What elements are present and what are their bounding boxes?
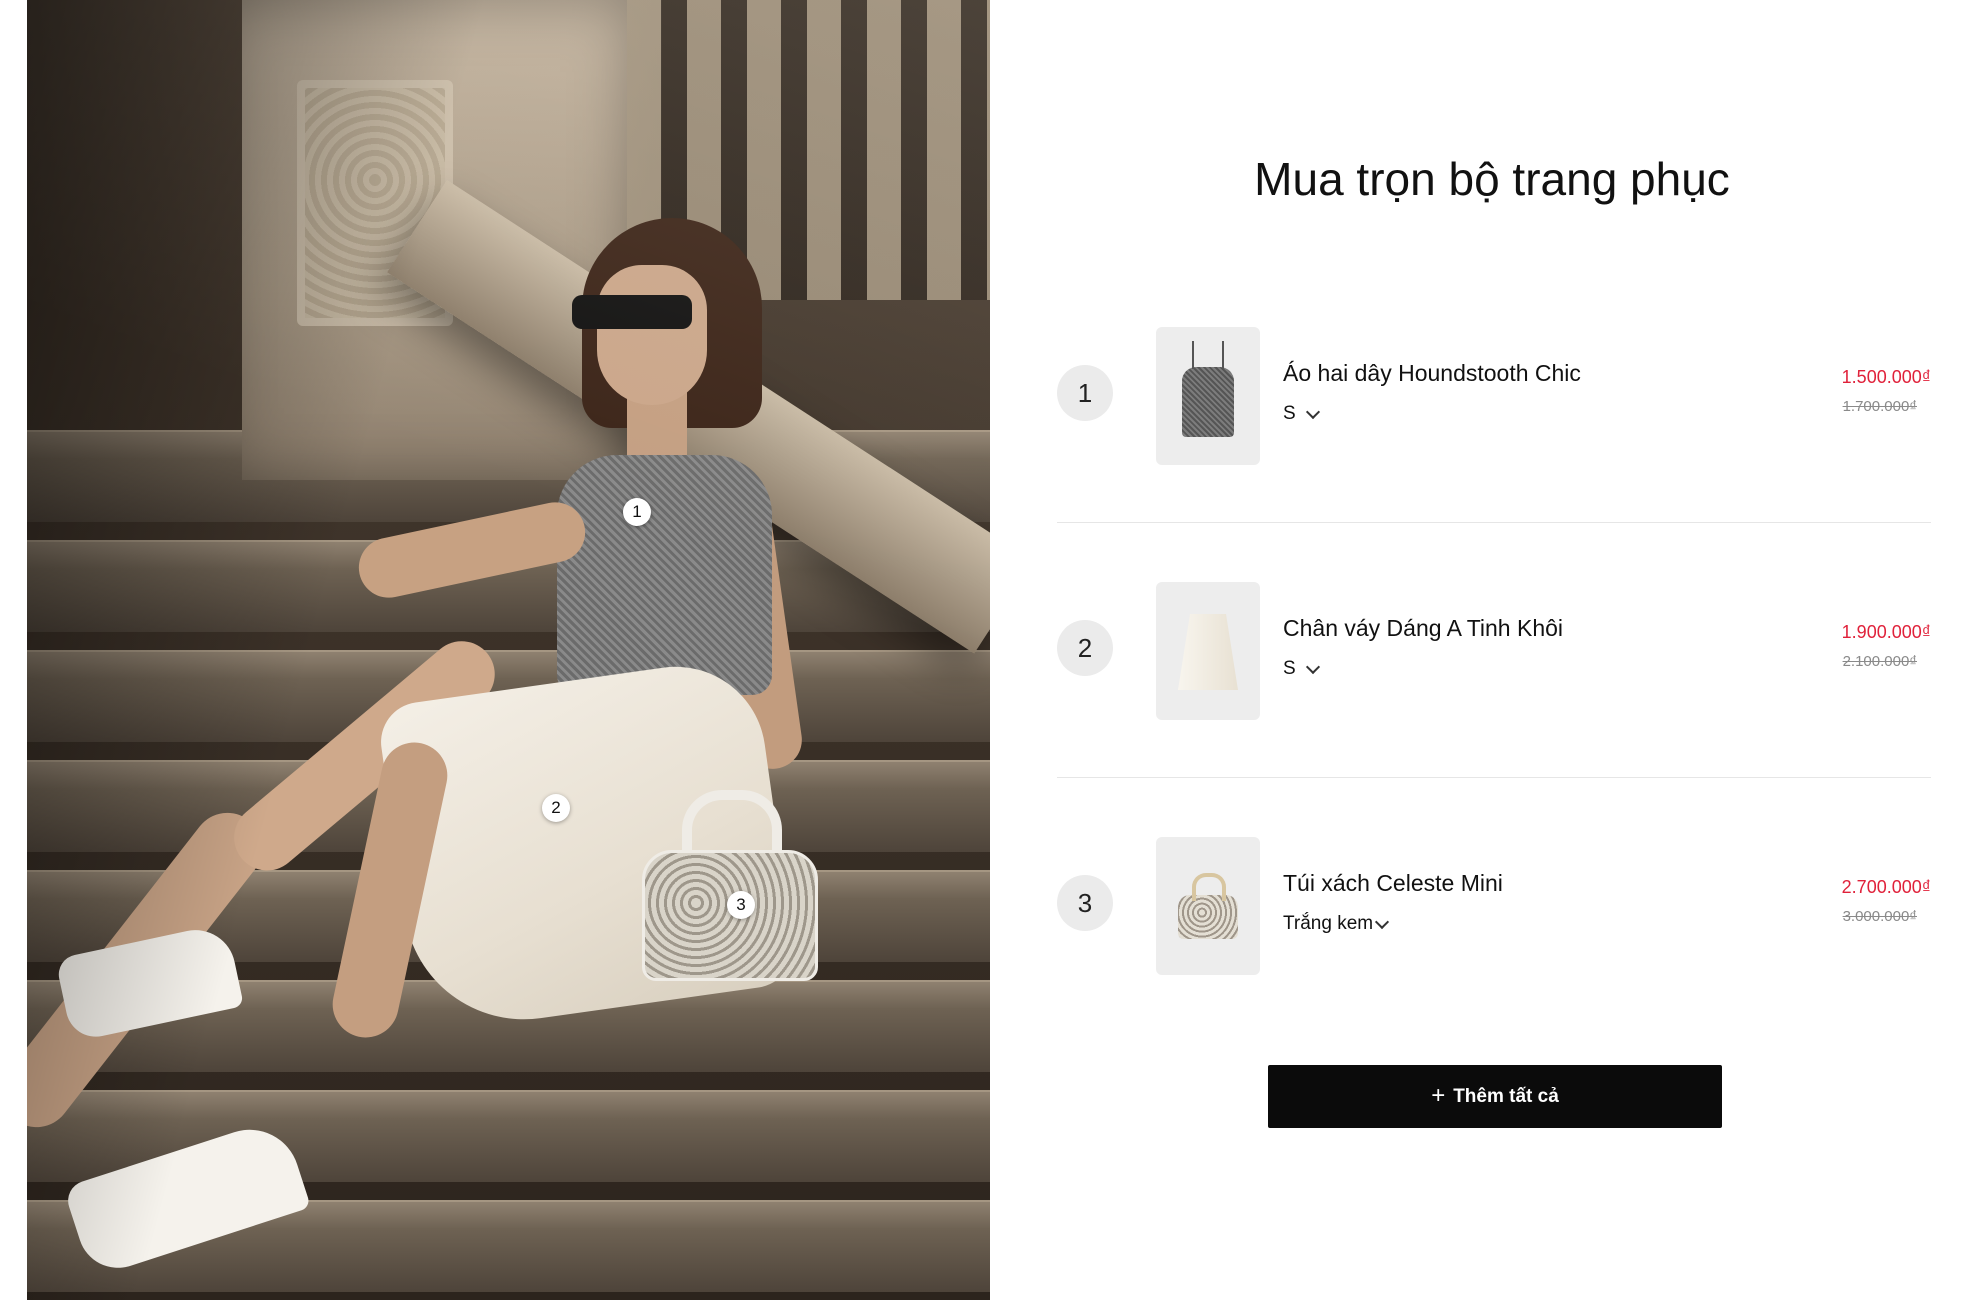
photo-lighting (27, 0, 990, 1300)
size-value: S (1283, 403, 1296, 424)
color-value: Trắng kem (1283, 913, 1374, 934)
handbag-image (1178, 873, 1238, 939)
sale-price: 1.900.000₫ (1841, 622, 1931, 642)
plus-icon: + (1431, 1081, 1446, 1109)
page-title: Mua trọn bộ trang phục (1254, 153, 1730, 205)
outfit-item: 3 Túi xách Celeste Mini Trắng kem 2.700.… (1057, 835, 1931, 975)
item-number-badge: 1 (1057, 365, 1113, 421)
item-number-badge: 2 (1057, 620, 1113, 676)
hotspot-3[interactable]: 3 (727, 891, 755, 919)
outfit-hero-photo: 1 2 3 (27, 0, 990, 1300)
product-thumbnail[interactable] (1156, 837, 1260, 975)
product-name[interactable]: Áo hai dây Houndstooth Chic (1283, 360, 1581, 387)
camisole-top-image (1182, 341, 1234, 437)
product-thumbnail[interactable] (1156, 327, 1260, 465)
sale-price: 1.500.000₫ (1841, 367, 1931, 387)
outfit-item: 1 Áo hai dây Houndstooth Chic S 1.500.00… (1057, 325, 1931, 465)
divider (1057, 777, 1931, 778)
add-all-label: Thêm tất cả (1453, 1085, 1559, 1107)
chevron-down-icon (1375, 914, 1390, 929)
divider (1057, 522, 1931, 523)
sale-price: 2.700.000₫ (1841, 877, 1931, 897)
chevron-down-icon (1305, 404, 1320, 419)
size-select[interactable]: S (1283, 658, 1320, 680)
original-price: 2.100.000₫ (1842, 653, 1917, 670)
size-value: S (1283, 658, 1296, 679)
hotspot-1[interactable]: 1 (623, 498, 651, 526)
product-name[interactable]: Chân váy Dáng A Tinh Khôi (1283, 615, 1563, 642)
color-select[interactable]: Trắng kem (1283, 913, 1390, 935)
item-number-badge: 3 (1057, 875, 1113, 931)
outfit-item: 2 Chân váy Dáng A Tinh Khôi S 1.900.000₫… (1057, 580, 1931, 720)
a-line-skirt-image (1178, 614, 1238, 690)
chevron-down-icon (1305, 659, 1320, 674)
product-thumbnail[interactable] (1156, 582, 1260, 720)
add-all-button[interactable]: + Thêm tất cả (1268, 1065, 1722, 1128)
size-select[interactable]: S (1283, 403, 1320, 425)
original-price: 1.700.000₫ (1842, 398, 1917, 415)
product-name[interactable]: Túi xách Celeste Mini (1283, 870, 1503, 897)
hotspot-2[interactable]: 2 (542, 794, 570, 822)
original-price: 3.000.000₫ (1842, 908, 1917, 925)
